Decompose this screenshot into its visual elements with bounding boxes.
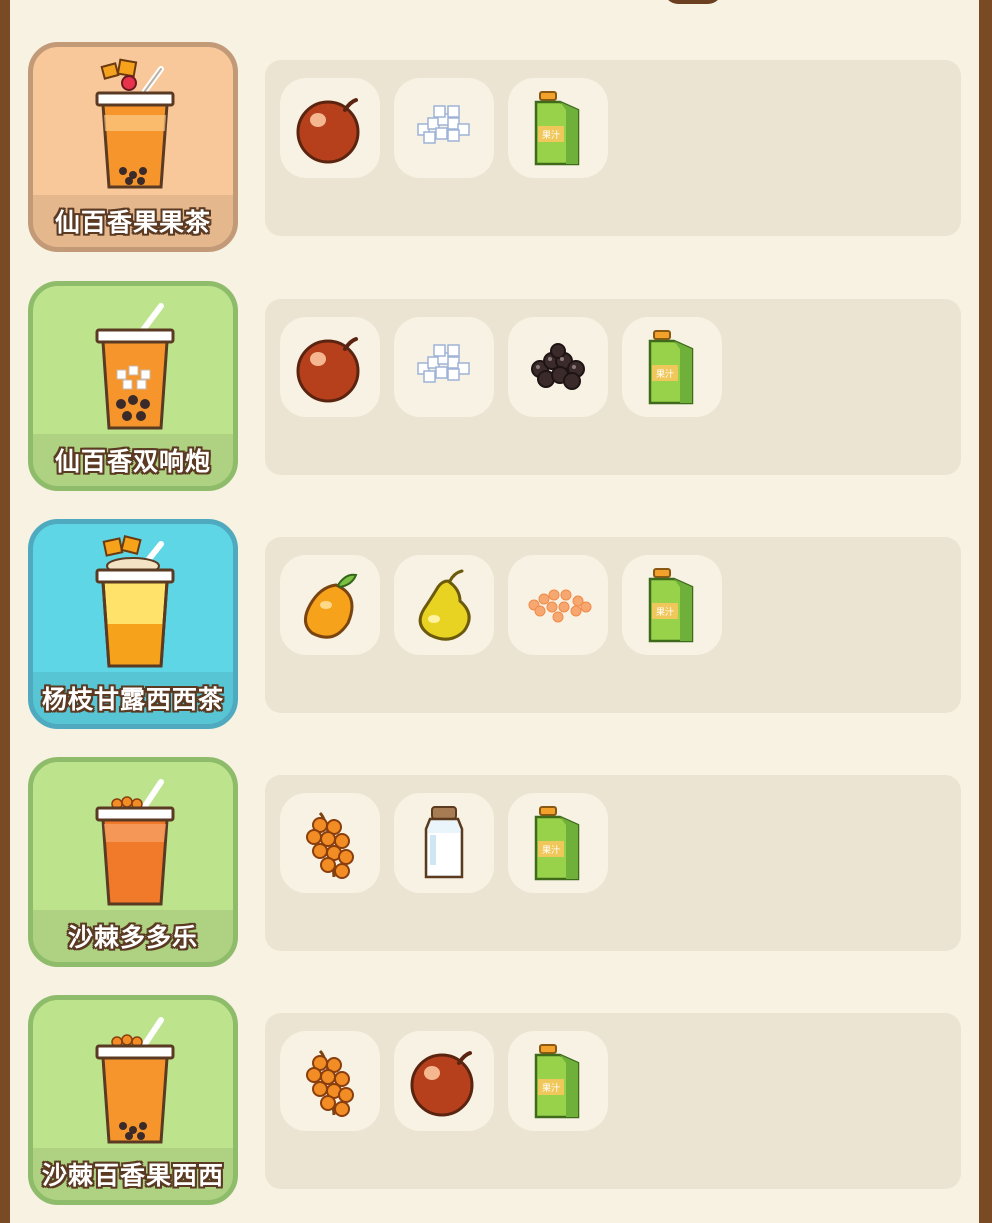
sea-buckthorn-drink-cup-icon <box>95 779 175 906</box>
sugar-cubes-icon <box>417 105 470 144</box>
ingredient-slot[interactable]: 果汁 <box>508 1031 608 1131</box>
ingredient-slot[interactable]: 果汁 <box>622 555 722 655</box>
ingredient-slot[interactable] <box>280 793 380 893</box>
drink-name-bar: 仙百香果果茶 <box>33 195 233 247</box>
ingredient-slot[interactable] <box>508 317 608 417</box>
boba-pearls-icon <box>531 343 585 390</box>
juice-carton-icon: 果汁 <box>534 91 580 166</box>
svg-text:果汁: 果汁 <box>656 368 674 380</box>
svg-text:果汁: 果汁 <box>656 606 674 618</box>
svg-text:果汁: 果汁 <box>542 844 560 856</box>
drink-name: 仙百香双响炮 <box>54 447 211 476</box>
recipe-row: 沙棘多多乐 果汁 <box>10 757 979 969</box>
passion-fruit-icon <box>296 98 360 164</box>
drink-card[interactable]: 仙百香果果茶 <box>28 42 238 252</box>
ingredient-slot[interactable]: 果汁 <box>622 317 722 417</box>
recipe-row: 沙棘百香果西西 果汁 <box>10 995 979 1207</box>
ingredient-slot[interactable] <box>394 78 494 178</box>
drink-name: 沙棘多多乐 <box>67 923 198 952</box>
drink-name-bar: 沙棘百香果西西 <box>33 1148 233 1200</box>
ingredient-slot[interactable] <box>508 555 608 655</box>
milk-bottle-icon <box>424 806 464 879</box>
svg-text:果汁: 果汁 <box>542 1082 560 1094</box>
mango-pomelo-sago-cup-icon <box>95 535 175 668</box>
drink-name: 杨枝甘露西西茶 <box>41 685 224 714</box>
recipe-row: 仙百香果果茶 果汁 <box>10 42 979 254</box>
recipe-row: 仙百香双响炮 果汁 <box>10 281 979 493</box>
top-tab-handle[interactable] <box>664 0 722 4</box>
ingredient-slot[interactable] <box>394 555 494 655</box>
ingredient-slot[interactable] <box>280 555 380 655</box>
juice-carton-icon: 果汁 <box>534 806 580 881</box>
ingredient-slot[interactable]: 果汁 <box>508 793 608 893</box>
sea-buckthorn-passionfruit-cup-icon <box>95 1017 175 1144</box>
yellow-pear-icon <box>418 569 471 641</box>
drink-name: 仙百香果果茶 <box>54 208 211 237</box>
sugar-cubes-icon <box>417 344 470 383</box>
ingredient-slot[interactable] <box>280 78 380 178</box>
svg-text:果汁: 果汁 <box>542 129 560 141</box>
passion-fruit-icon <box>410 1051 474 1117</box>
recipe-row: 杨枝甘露西西茶 果汁 <box>10 519 979 731</box>
passionfruit-double-boba-cup-icon <box>95 303 175 430</box>
juice-carton-icon: 果汁 <box>648 330 694 405</box>
juice-carton-icon: 果汁 <box>534 1044 580 1119</box>
mango-icon <box>304 573 358 639</box>
drink-card[interactable]: 仙百香双响炮 <box>28 281 238 491</box>
ingredient-slot[interactable] <box>280 1031 380 1131</box>
passion-fruit-icon <box>296 337 360 403</box>
passionfruit-fruit-tea-cup-icon <box>95 58 175 189</box>
ingredient-slot[interactable] <box>394 1031 494 1131</box>
drink-name-bar: 杨枝甘露西西茶 <box>33 672 233 724</box>
drink-card[interactable]: 沙棘百香果西西 <box>28 995 238 1205</box>
juice-carton-icon: 果汁 <box>648 568 694 643</box>
orange-sago-icon <box>528 589 592 623</box>
drink-card[interactable]: 沙棘多多乐 <box>28 757 238 967</box>
ingredient-slot[interactable] <box>394 793 494 893</box>
sea-buckthorn-icon <box>306 1049 354 1117</box>
drink-name-bar: 沙棘多多乐 <box>33 910 233 962</box>
drink-name-bar: 仙百香双响炮 <box>33 434 233 486</box>
ingredient-slot[interactable] <box>394 317 494 417</box>
sea-buckthorn-icon <box>306 811 354 879</box>
ingredient-slot[interactable]: 果汁 <box>508 78 608 178</box>
ingredient-slot[interactable] <box>280 317 380 417</box>
recipe-book-panel: 仙百香果果茶 果汁 仙百香双响炮 果汁 杨枝甘露西西茶 果汁 沙棘多多乐 果汁 … <box>10 0 979 1223</box>
drink-card[interactable]: 杨枝甘露西西茶 <box>28 519 238 729</box>
drink-name: 沙棘百香果西西 <box>41 1161 224 1190</box>
